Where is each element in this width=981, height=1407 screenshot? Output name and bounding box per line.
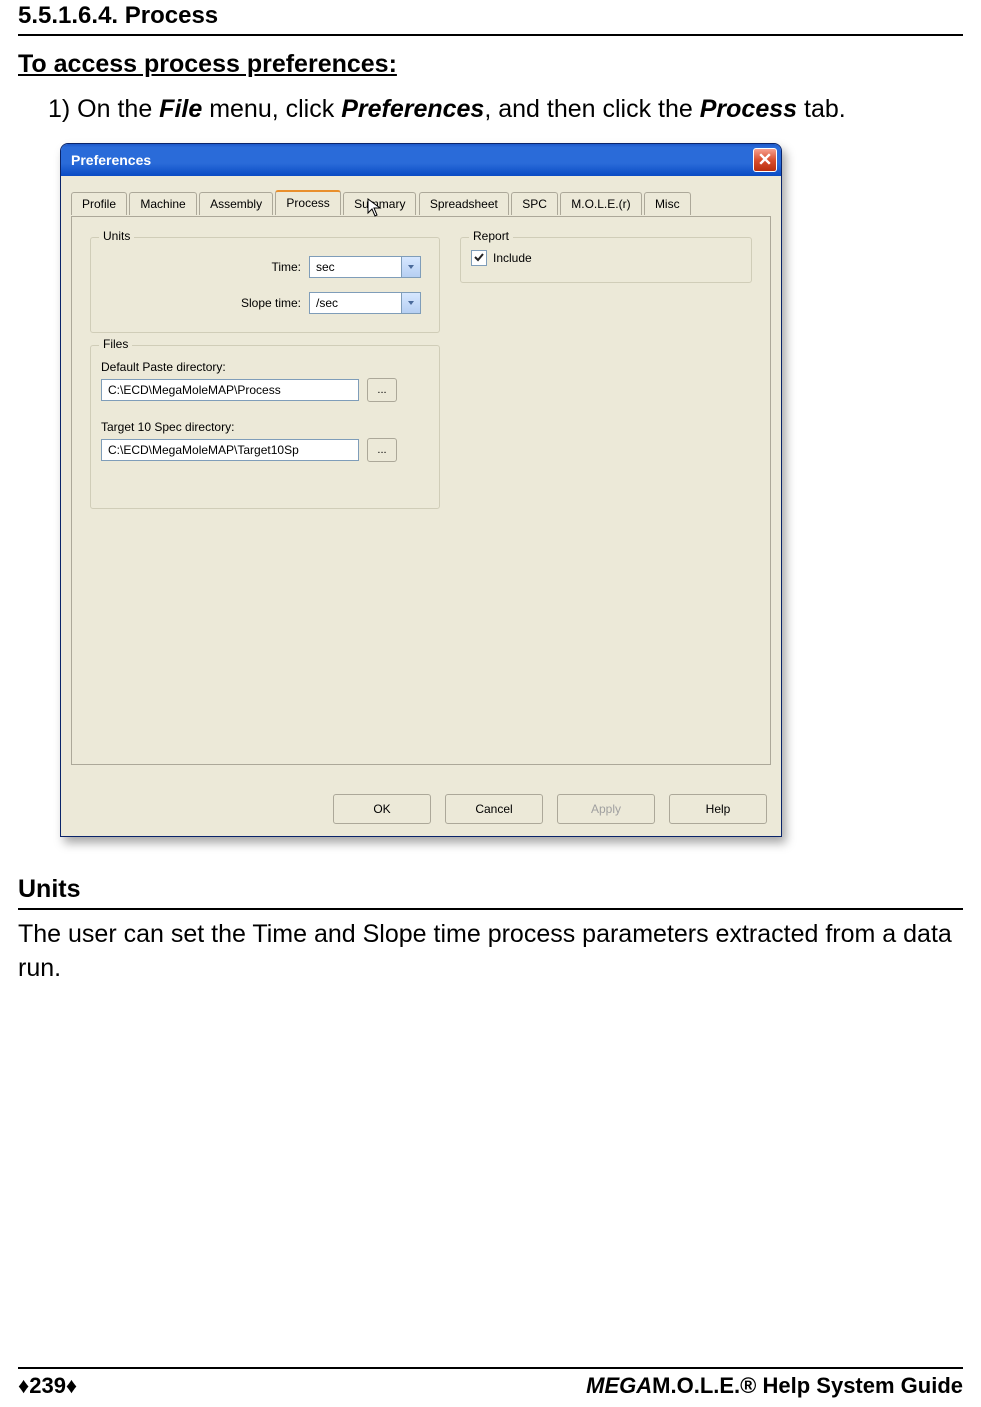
units-section-paragraph: The user can set the Time and Slope time… bbox=[18, 918, 963, 986]
close-button[interactable] bbox=[753, 148, 777, 172]
titlebar[interactable]: Preferences bbox=[61, 144, 781, 176]
ok-button[interactable]: OK bbox=[333, 794, 431, 824]
footer-mega: MEGA bbox=[586, 1373, 652, 1398]
slope-label: Slope time: bbox=[91, 296, 309, 310]
tab-spreadsheet[interactable]: Spreadsheet bbox=[419, 192, 509, 215]
time-combo[interactable]: sec bbox=[309, 256, 421, 278]
chevron-down-icon[interactable] bbox=[401, 257, 420, 277]
tab-content: Units Time: sec Slope time: /sec bbox=[71, 217, 771, 765]
preferences-dialog: Preferences Profile Machine Assembly Pro… bbox=[60, 143, 782, 837]
help-button[interactable]: Help bbox=[669, 794, 767, 824]
chevron-down-icon[interactable] bbox=[401, 293, 420, 313]
tab-mole[interactable]: M.O.L.E.(r) bbox=[560, 192, 641, 215]
access-subheading: To access process preferences: bbox=[18, 50, 963, 79]
section-number-heading: 5.5.1.6.4. Process bbox=[18, 0, 963, 36]
report-legend: Report bbox=[469, 229, 513, 243]
files-legend: Files bbox=[99, 337, 132, 351]
checkmark-icon bbox=[474, 251, 484, 265]
instruction-line: 1) On the File menu, click Preferences, … bbox=[48, 93, 963, 127]
instruction-bold-file: File bbox=[159, 95, 202, 123]
slope-value: /sec bbox=[316, 296, 338, 310]
slope-combo[interactable]: /sec bbox=[309, 292, 421, 314]
tab-machine[interactable]: Machine bbox=[129, 192, 196, 215]
instruction-bold-preferences: Preferences bbox=[341, 95, 484, 123]
tab-spc[interactable]: SPC bbox=[511, 192, 558, 215]
instruction-text: , and then click the bbox=[484, 95, 699, 123]
page-number: ♦239♦ bbox=[18, 1373, 77, 1399]
tabstrip: Profile Machine Assembly Process Summary… bbox=[71, 190, 771, 217]
spec-dir-label: Target 10 Spec directory: bbox=[101, 420, 234, 434]
tab-assembly[interactable]: Assembly bbox=[199, 192, 273, 215]
cancel-button[interactable]: Cancel bbox=[445, 794, 543, 824]
include-label: Include bbox=[493, 251, 532, 265]
window-title: Preferences bbox=[71, 152, 151, 168]
units-groupbox: Units Time: sec Slope time: /sec bbox=[90, 237, 440, 333]
apply-button[interactable]: Apply bbox=[557, 794, 655, 824]
paste-browse-button[interactable]: ... bbox=[367, 378, 397, 402]
instruction-text: menu, click bbox=[202, 95, 341, 123]
units-section-heading: Units bbox=[18, 875, 963, 910]
include-checkbox[interactable] bbox=[471, 250, 487, 266]
instruction-text: 1) On the bbox=[48, 95, 159, 123]
instruction-text: tab. bbox=[797, 95, 846, 123]
files-groupbox: Files Default Paste directory: C:\ECD\Me… bbox=[90, 345, 440, 509]
footer-rule bbox=[18, 1367, 963, 1369]
footer-guide: MEGAM.O.L.E.® Help System Guide bbox=[586, 1373, 963, 1399]
footer-rest: M.O.L.E.® Help System Guide bbox=[652, 1373, 963, 1398]
tab-misc[interactable]: Misc bbox=[644, 192, 691, 215]
tab-profile[interactable]: Profile bbox=[71, 192, 127, 215]
tab-process[interactable]: Process bbox=[275, 190, 340, 215]
time-value: sec bbox=[316, 260, 335, 274]
close-icon bbox=[759, 152, 771, 168]
time-label: Time: bbox=[91, 260, 309, 274]
spec-dir-input[interactable]: C:\ECD\MegaMoleMAP\Target10Sp bbox=[101, 439, 359, 461]
instruction-bold-process: Process bbox=[700, 95, 797, 123]
units-legend: Units bbox=[99, 229, 134, 243]
spec-browse-button[interactable]: ... bbox=[367, 438, 397, 462]
report-groupbox: Report Include bbox=[460, 237, 752, 283]
paste-dir-input[interactable]: C:\ECD\MegaMoleMAP\Process bbox=[101, 379, 359, 401]
paste-dir-label: Default Paste directory: bbox=[101, 360, 226, 374]
